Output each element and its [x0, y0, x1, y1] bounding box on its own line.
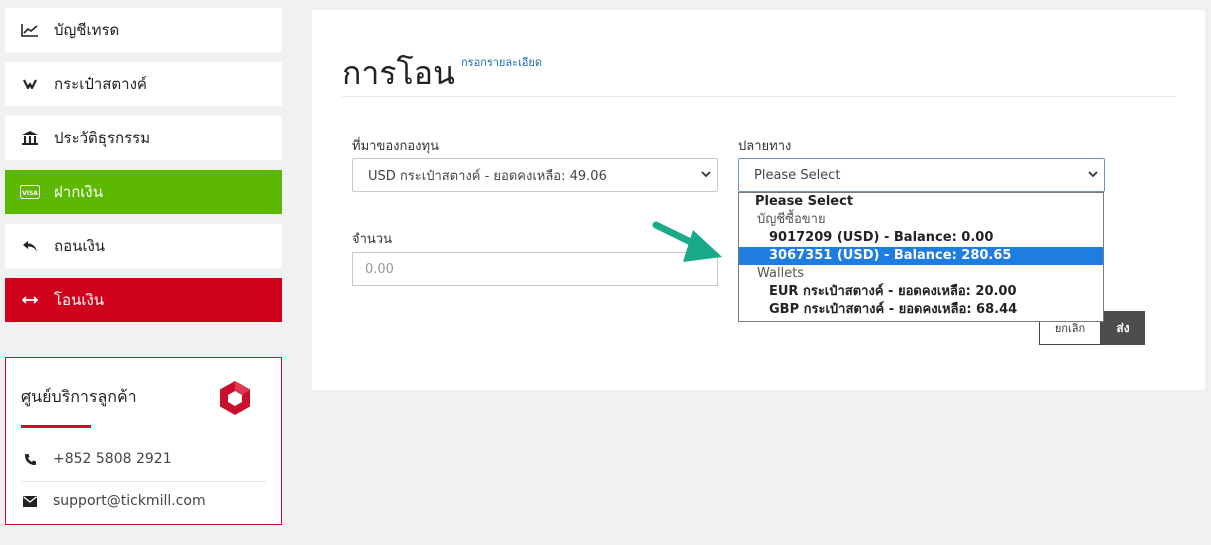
- amount-input[interactable]: 0.00: [352, 252, 718, 286]
- wallet-icon: [20, 74, 40, 94]
- dropdown-option-selected[interactable]: 3067351 (USD) - Balance: 280.65: [739, 247, 1103, 265]
- sidebar-item-label: ฝากเงิน: [54, 183, 103, 201]
- chevron-down-icon: [701, 167, 711, 181]
- amount-placeholder: 0.00: [365, 261, 394, 277]
- destination-select[interactable]: Please Select: [738, 158, 1105, 192]
- chart-line-icon: [20, 20, 40, 40]
- sidebar-item-withdraw[interactable]: ถอนเงิน: [5, 224, 282, 268]
- envelope-icon: [21, 495, 39, 507]
- title-divider: [342, 96, 1175, 97]
- support-email[interactable]: support@tickmill.com: [53, 493, 206, 509]
- dropdown-option[interactable]: GBP กระเป๋าสตางค์ - ยอดคงเหลือ: 68.44: [739, 301, 1103, 319]
- fill-details-link[interactable]: กรอกรายละเอียด: [461, 53, 542, 71]
- dropdown-option[interactable]: Please Select: [739, 193, 1103, 211]
- dropdown-group-label: Wallets: [757, 266, 805, 281]
- support-title-underline: [21, 425, 91, 428]
- visa-card-icon: VISA: [20, 182, 40, 202]
- destination-label: ปลายทาง: [738, 139, 792, 154]
- dropdown-group-label: บัญชีซื้อขาย: [757, 212, 826, 227]
- tickmill-logo-icon: [218, 380, 252, 420]
- sidebar: บัญชีเทรด กระเป๋าสตางค์ ประวัติธุรกรรม V…: [5, 8, 282, 332]
- sidebar-item-wallet[interactable]: กระเป๋าสตางค์: [5, 62, 282, 106]
- destination-dropdown-list: Please Select บัญชีซื้อขาย 9017209 (USD)…: [738, 192, 1104, 322]
- sidebar-item-trading-accounts[interactable]: บัญชีเทรด: [5, 8, 282, 52]
- sidebar-item-deposit[interactable]: VISA ฝากเงิน: [5, 170, 282, 214]
- send-button[interactable]: ส่ง: [1101, 311, 1145, 345]
- support-divider: [21, 481, 266, 482]
- source-select-value: USD กระเป๋าสตางค์ - ยอดคงเหลือ: 49.06: [368, 168, 607, 184]
- sidebar-item-label: บัญชีเทรด: [54, 21, 120, 39]
- sidebar-item-label: ถอนเงิน: [54, 237, 106, 255]
- dropdown-option[interactable]: 9017209 (USD) - Balance: 0.00: [739, 229, 1103, 247]
- support-email-row: support@tickmill.com: [21, 493, 206, 509]
- sidebar-item-label: โอนเงิน: [54, 291, 105, 309]
- support-phone-row: +852 5808 2921: [21, 451, 172, 467]
- phone-icon: [21, 453, 39, 466]
- reply-arrow-icon: [20, 236, 40, 256]
- amount-label: จำนวน: [352, 232, 392, 247]
- svg-text:VISA: VISA: [22, 190, 38, 197]
- source-label: ที่มาของกองทุน: [352, 139, 439, 154]
- sidebar-item-label: กระเป๋าสตางค์: [54, 75, 147, 93]
- dropdown-option[interactable]: EUR กระเป๋าสตางค์ - ยอดคงเหลือ: 20.00: [739, 283, 1103, 301]
- destination-select-value: Please Select: [754, 167, 841, 183]
- page-title: การโอน: [342, 54, 455, 92]
- bank-icon: [20, 128, 40, 148]
- sidebar-item-transfer[interactable]: โอนเงิน: [5, 278, 282, 322]
- chevron-down-icon: [1088, 167, 1098, 181]
- transfer-arrows-icon: [20, 290, 40, 310]
- support-phone[interactable]: +852 5808 2921: [53, 451, 172, 467]
- customer-support-panel: ศูนย์บริการลูกค้า +852 5808 2921 support…: [5, 357, 282, 525]
- source-select[interactable]: USD กระเป๋าสตางค์ - ยอดคงเหลือ: 49.06: [352, 158, 718, 192]
- sidebar-item-label: ประวัติธุรกรรม: [54, 129, 151, 147]
- support-title: ศูนย์บริการลูกค้า: [21, 387, 137, 406]
- sidebar-item-transaction-history[interactable]: ประวัติธุรกรรม: [5, 116, 282, 160]
